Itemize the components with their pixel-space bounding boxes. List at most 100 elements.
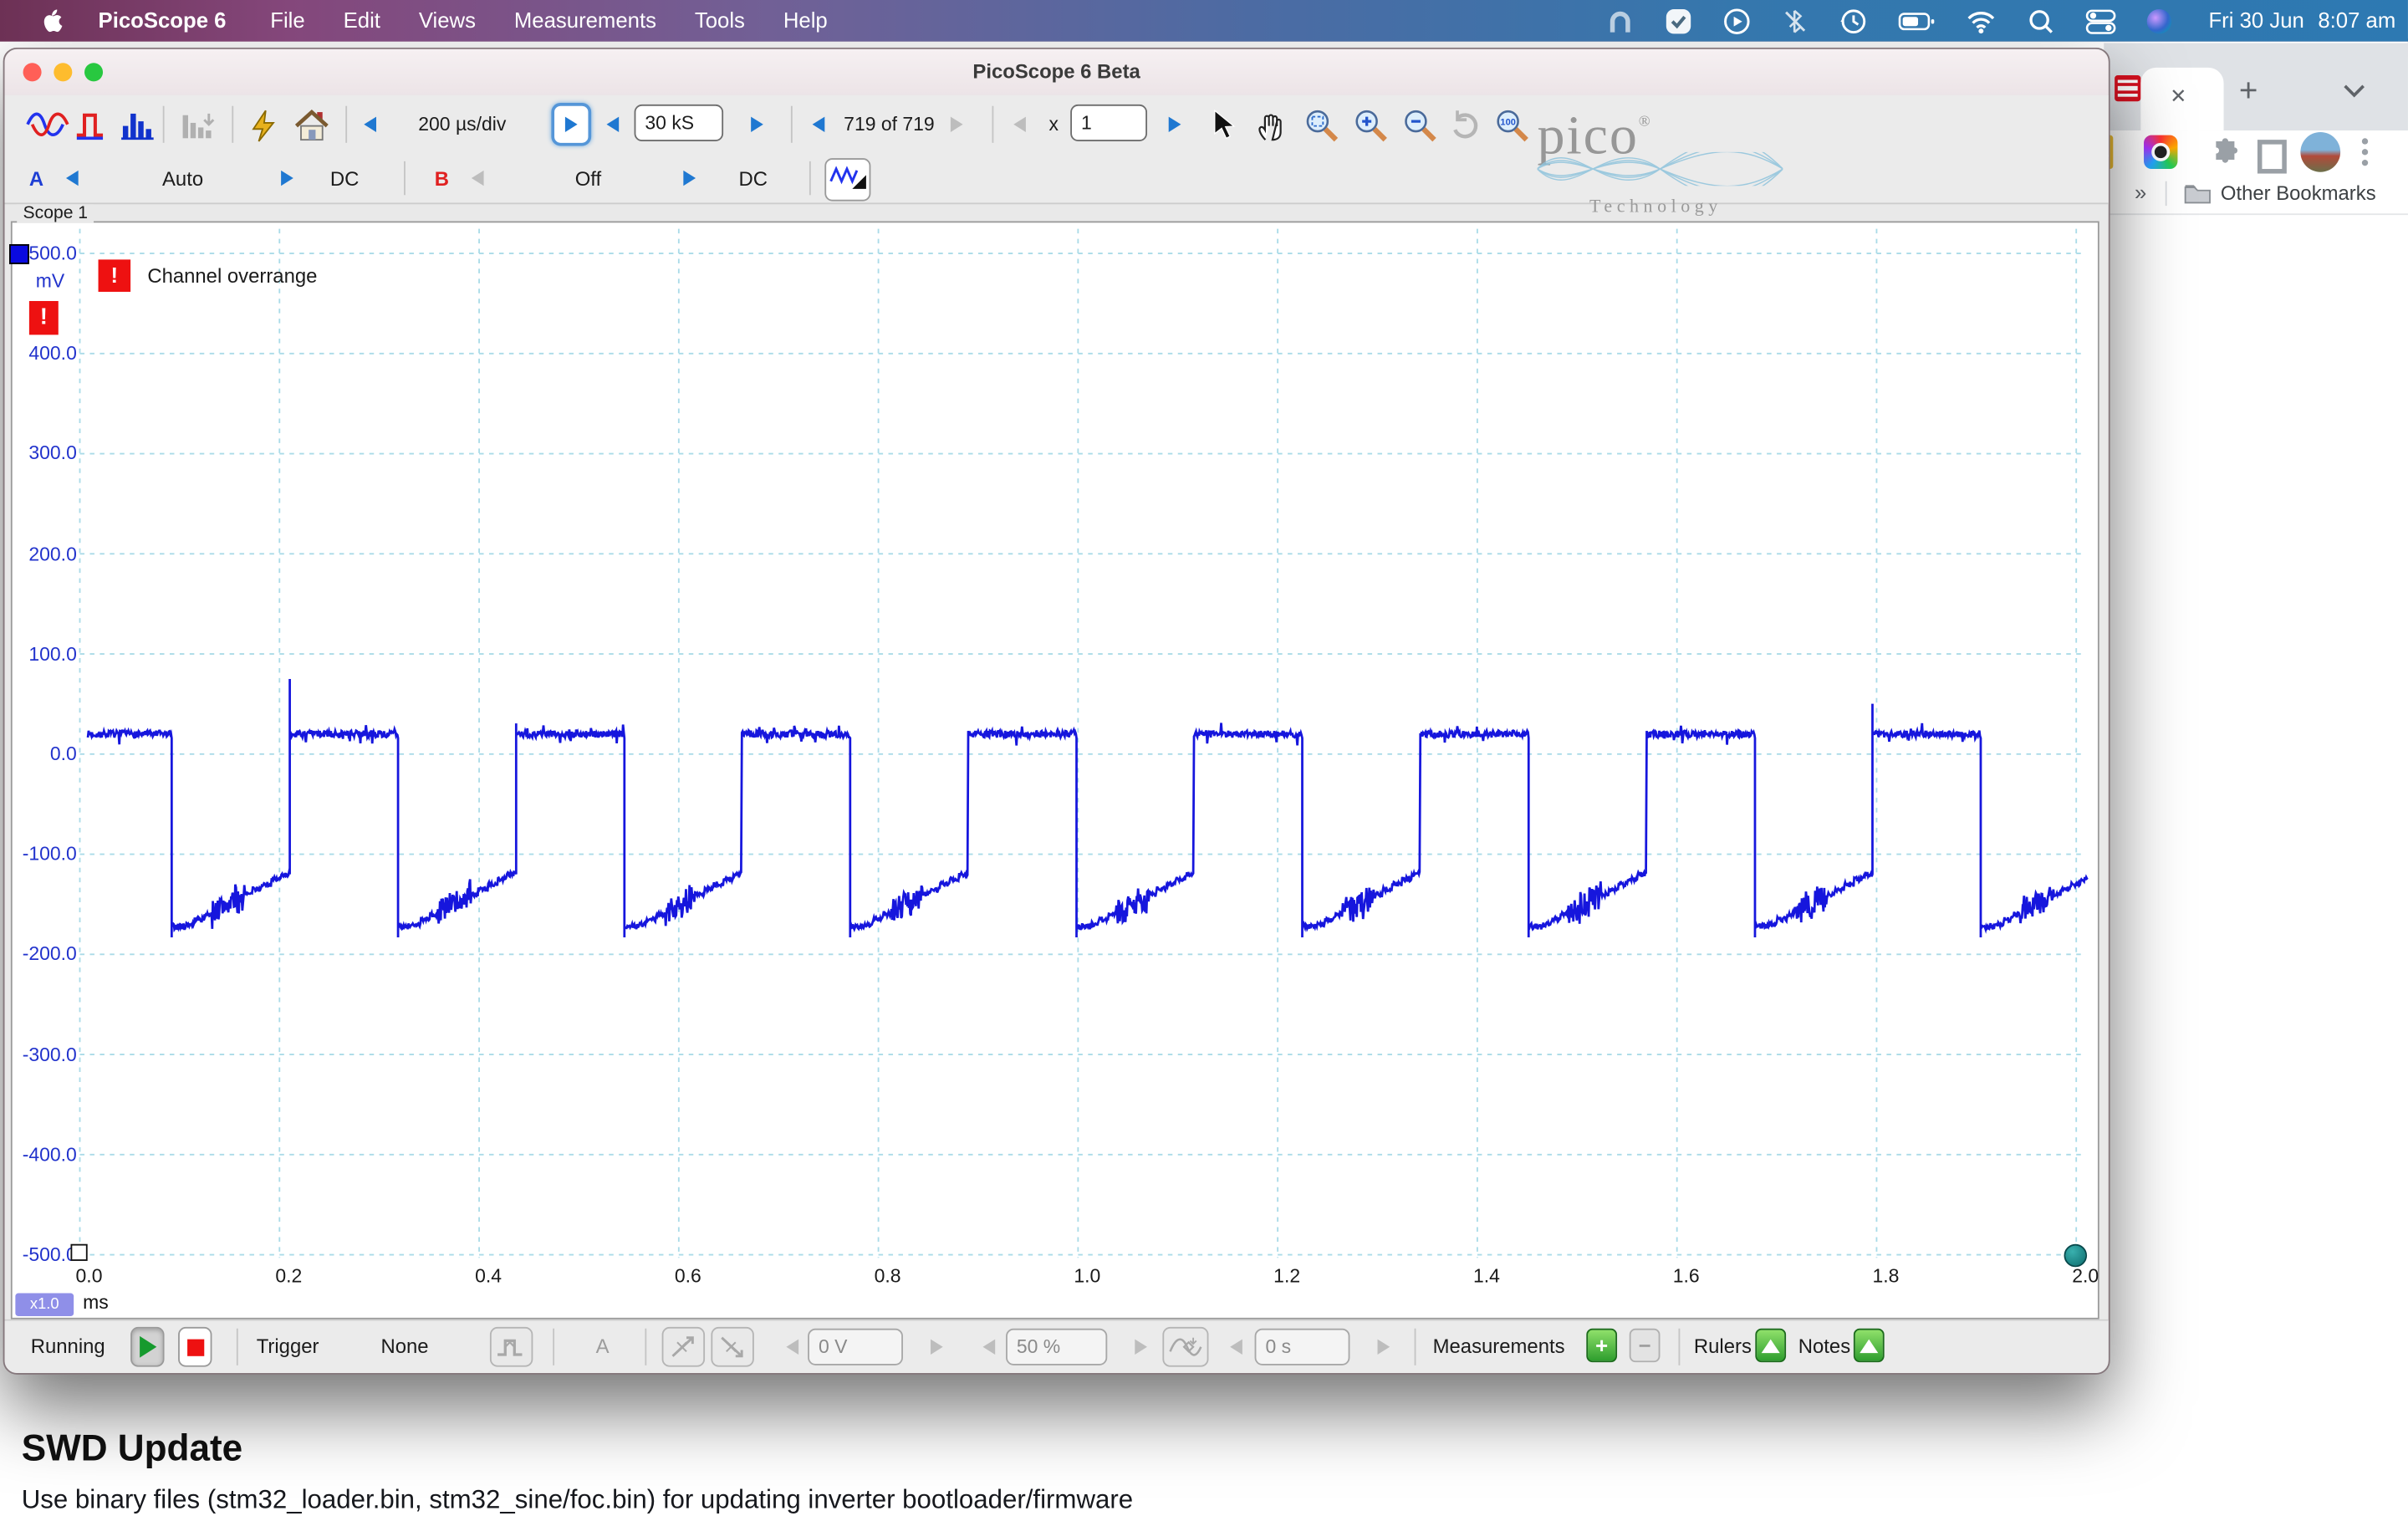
menu-item[interactable]: Help: [783, 0, 828, 42]
timebase-next-button[interactable]: [551, 103, 591, 145]
channel-a-axis-marker[interactable]: [9, 244, 29, 264]
trigger-mode[interactable]: None: [381, 1335, 429, 1358]
royal-mail-favicon: [2115, 75, 2140, 101]
svg-text:100: 100: [1500, 118, 1515, 128]
level-down-arrow[interactable]: [786, 1340, 798, 1355]
bookmarks-overflow-icon[interactable]: »: [2135, 180, 2146, 204]
control-center-icon[interactable]: [2085, 7, 2116, 34]
zoom-marquee-tool-icon[interactable]: [1303, 109, 1340, 142]
trigger-level-input[interactable]: 0 V: [808, 1329, 903, 1365]
timebase-value[interactable]: 200 µs/div: [396, 114, 528, 135]
apple-icon[interactable]: [40, 8, 64, 33]
channel-a-range-next[interactable]: [281, 171, 293, 186]
samples-down-arrow[interactable]: [606, 117, 619, 132]
menu-app-name[interactable]: PicoScope 6: [99, 0, 227, 42]
rulers-panel-button[interactable]: [1755, 1329, 1786, 1362]
menu-item[interactable]: File: [270, 0, 304, 42]
right-arrow-icon: [565, 117, 578, 132]
check-badge-icon[interactable]: [1665, 7, 1692, 34]
zoom-in-tool-icon[interactable]: [1353, 109, 1390, 142]
notes-panel-button[interactable]: [1854, 1329, 1885, 1362]
zoom-down-arrow[interactable]: [1013, 117, 1026, 132]
menu-clock[interactable]: Fri 30 Jun 8:07 am: [2208, 0, 2395, 42]
other-bookmarks-label[interactable]: Other Bookmarks: [2221, 181, 2376, 205]
axis-corner-handle[interactable]: [70, 1244, 87, 1261]
bluetooth-off-icon[interactable]: [1782, 7, 1809, 34]
battery-icon[interactable]: [1898, 7, 1935, 34]
new-tab-button[interactable]: +: [2239, 75, 2258, 108]
wifi-icon[interactable]: [1966, 7, 1997, 34]
tab-search-chevron-icon[interactable]: [2344, 84, 2365, 99]
level-up-arrow[interactable]: [931, 1340, 943, 1355]
spectrum-bars-icon[interactable]: [120, 109, 160, 141]
x-tick-label: 0.6: [657, 1265, 718, 1287]
camera-extension-icon[interactable]: [2144, 135, 2177, 169]
browser-menu-icon[interactable]: [2362, 138, 2368, 166]
channel-b-label[interactable]: B: [435, 167, 449, 191]
channel-a-label[interactable]: A: [29, 167, 43, 191]
samples-up-arrow[interactable]: [751, 117, 763, 132]
menu-item[interactable]: Tools: [695, 0, 745, 42]
page-body-text: Use binary files (stm32_loader.bin, stm3…: [22, 1485, 1133, 1516]
measurements-label: Measurements: [1433, 1335, 1565, 1358]
scope-chart[interactable]: 500.0400.0300.0200.0100.00.0-100.0-200.0…: [11, 221, 2099, 1319]
x-axis-multiplier-badge[interactable]: x1.0: [15, 1294, 74, 1317]
arch-status-icon[interactable]: [1606, 7, 1634, 34]
signal-generator-button[interactable]: [824, 158, 870, 201]
zigzag-wave-icon: [828, 160, 868, 197]
menu-item[interactable]: Measurements: [514, 0, 656, 42]
menu-item[interactable]: Views: [419, 0, 476, 42]
add-measurement-button[interactable]: +: [1586, 1329, 1617, 1362]
x-tick-label: 0.8: [857, 1265, 918, 1287]
channel-b-range-next[interactable]: [683, 171, 696, 186]
buffer-prev-arrow[interactable]: [813, 117, 825, 132]
folder-icon: [2184, 183, 2212, 205]
zoom-100-tool-icon[interactable]: 100: [1494, 109, 1531, 142]
extensions-puzzle-icon[interactable]: [2210, 138, 2241, 169]
play-status-icon[interactable]: [1723, 7, 1751, 34]
channel-b-coupling[interactable]: DC: [738, 167, 767, 191]
trigger-delay-input[interactable]: 0 s: [1255, 1329, 1350, 1365]
undo-zoom-icon: [1448, 109, 1485, 142]
tab-close-icon[interactable]: ✕: [2170, 84, 2186, 109]
zoom-factor-input[interactable]: 1: [1070, 105, 1147, 141]
buffer-end-handle[interactable]: [2064, 1244, 2088, 1268]
browser-toolbar: [2104, 130, 2408, 175]
delay-down-arrow[interactable]: [1230, 1340, 1242, 1355]
x-axis-unit: ms: [83, 1292, 109, 1314]
time-machine-icon[interactable]: [1839, 7, 1867, 34]
channel-a-range[interactable]: Auto: [112, 167, 253, 191]
buffer-next-arrow[interactable]: [951, 117, 963, 132]
spotlight-search-icon[interactable]: [2027, 7, 2054, 34]
timebase-prev-arrow[interactable]: [364, 117, 376, 132]
falling-edge-icon: [717, 1333, 748, 1360]
pretrigger-down-arrow[interactable]: [982, 1340, 995, 1355]
samples-input[interactable]: 30 kS: [635, 105, 724, 141]
sidepanel-icon[interactable]: [2258, 140, 2287, 173]
auto-setup-icon[interactable]: [247, 109, 281, 142]
zoom-out-tool-icon[interactable]: [1402, 109, 1439, 142]
hand-pan-tool-icon[interactable]: [1255, 109, 1292, 142]
normal-cursor-tool-icon[interactable]: [1212, 109, 1236, 140]
channel-b-range[interactable]: Off: [518, 167, 659, 191]
pretrigger-up-arrow[interactable]: [1135, 1340, 1147, 1355]
channel-a-coupling[interactable]: DC: [330, 167, 359, 191]
home-settings-icon[interactable]: [293, 109, 330, 142]
start-capture-button[interactable]: [130, 1327, 164, 1367]
channel-a-range-prev[interactable]: [66, 171, 79, 186]
profile-avatar[interactable]: [2300, 132, 2340, 172]
channel-b-range-prev[interactable]: [472, 171, 484, 186]
browser-tab-strip: ✕ +: [2104, 43, 2408, 130]
spectrum-pulse-icon[interactable]: [74, 109, 114, 141]
delay-up-arrow[interactable]: [1378, 1340, 1390, 1355]
pre-trigger-input[interactable]: 50 %: [1006, 1329, 1107, 1365]
scope-view-icon[interactable]: [26, 109, 69, 141]
zoom-up-arrow[interactable]: [1169, 117, 1181, 132]
scope-tab-label[interactable]: Scope 1: [17, 204, 94, 222]
x-tick-label: 1.6: [1656, 1265, 1717, 1287]
menu-item[interactable]: Edit: [344, 0, 380, 42]
window-title-bar[interactable]: PicoScope 6 Beta: [5, 49, 2109, 97]
clock-time: 8:07 am: [2318, 0, 2395, 42]
stop-capture-button[interactable]: [178, 1327, 212, 1367]
siri-icon[interactable]: [2147, 8, 2171, 33]
